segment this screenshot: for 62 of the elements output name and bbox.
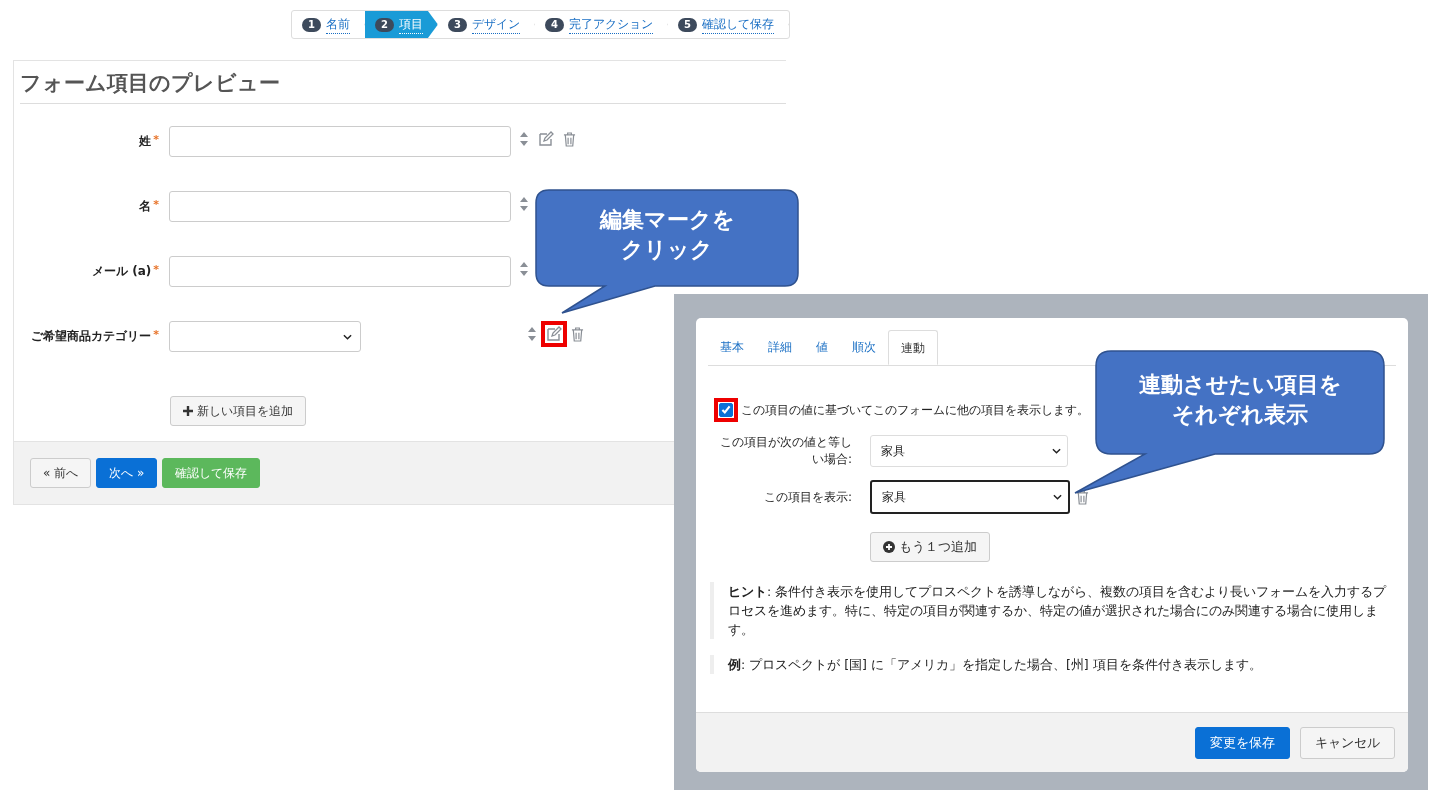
- chevron-icon: [1053, 494, 1062, 500]
- select-field[interactable]: 家具: [870, 435, 1068, 467]
- dialog-button[interactable]: キャンセル: [1300, 726, 1395, 759]
- wizard-step[interactable]: 4 完了アクション: [534, 11, 668, 38]
- chevron-icon: [1052, 448, 1061, 454]
- plus-icon: [183, 406, 193, 416]
- text-input[interactable]: [169, 191, 511, 222]
- wizard-step[interactable]: 3 デザイン: [437, 11, 535, 38]
- required-mark: *: [153, 328, 159, 341]
- trash-icon[interactable]: [571, 326, 584, 342]
- sort-icon[interactable]: [519, 261, 529, 277]
- step-number: 2: [374, 17, 394, 32]
- tab[interactable]: 連動: [888, 330, 938, 365]
- add-condition-button[interactable]: もう１つ追加: [870, 532, 990, 562]
- required-mark: *: [153, 133, 159, 146]
- text-input[interactable]: [169, 256, 511, 287]
- dialog-button[interactable]: 変更を保存: [1195, 726, 1290, 759]
- field-label: メール (a): [92, 264, 152, 278]
- step-number: 3: [447, 17, 467, 32]
- field-label: 姓: [139, 134, 152, 148]
- sort-icon[interactable]: [527, 326, 537, 342]
- required-mark: *: [153, 263, 159, 276]
- sort-icon[interactable]: [519, 196, 529, 212]
- tab[interactable]: 詳細: [756, 330, 804, 365]
- checkbox[interactable]: [719, 403, 733, 417]
- trash-icon[interactable]: [563, 131, 576, 147]
- callout-text: 編集マークを クリック: [599, 206, 735, 264]
- wizard-step[interactable]: 1 名前: [292, 11, 365, 38]
- sort-icon[interactable]: [519, 131, 529, 147]
- text-input[interactable]: [169, 126, 511, 157]
- step-number: 5: [677, 17, 697, 32]
- add-field-button[interactable]: 新しい項目を追加: [170, 396, 306, 426]
- trash-icon[interactable]: [1076, 489, 1089, 505]
- tab[interactable]: 基本: [708, 330, 756, 365]
- tab[interactable]: 値: [804, 330, 840, 365]
- step-label[interactable]: 名前: [325, 15, 350, 34]
- condition-label: この項目を表示:: [762, 488, 852, 506]
- condition-label: この項目が次の値と等しい場合:: [719, 434, 852, 468]
- wizard-step[interactable]: 2 項目: [364, 11, 438, 38]
- hint-text: ヒント: 条件付き表示を使用してプロスペクトを誘導しながら、複数の項目を含むより長いフォームを入力するプロセスを進めます。特に、特定の項目が関連するか、特定の値が選択された場合にのみ関連する場合に使用します。: [728, 584, 1387, 637]
- field-label: ご希望商品カテゴリー: [31, 329, 152, 343]
- chevron-icon: [343, 333, 352, 340]
- step-label[interactable]: 確認して保存: [701, 15, 774, 34]
- required-mark: *: [153, 198, 159, 211]
- checkbox-label: この項目の値に基づいてこのフォームに他の項目を表示します。: [741, 401, 1089, 419]
- edit-icon[interactable]: [546, 326, 562, 342]
- step-number: 4: [544, 17, 564, 32]
- plus-circle-icon: [883, 541, 895, 553]
- select-field[interactable]: [169, 321, 361, 352]
- step-label[interactable]: デザイン: [471, 15, 520, 34]
- step-number: 1: [302, 17, 321, 32]
- hint-text: 例: プロスペクトが [国] に「アメリカ」を指定した場合、[州] 項目を条件付き表示します。: [728, 657, 1262, 672]
- tab[interactable]: 順次: [840, 330, 888, 365]
- field-label: 名: [139, 199, 152, 213]
- nav-button[interactable]: 次へ »: [96, 458, 158, 488]
- panel-title: フォーム項目のプレビュー: [20, 69, 786, 104]
- wizard-step[interactable]: 5 確認して保存: [667, 11, 789, 38]
- callout-text: 連動させたい項目を それぞれ表示: [1138, 371, 1342, 429]
- select-field[interactable]: 家具: [870, 480, 1070, 514]
- step-label[interactable]: 完了アクション: [568, 15, 653, 34]
- edit-icon[interactable]: [538, 131, 554, 147]
- nav-button[interactable]: « 前へ: [30, 458, 92, 488]
